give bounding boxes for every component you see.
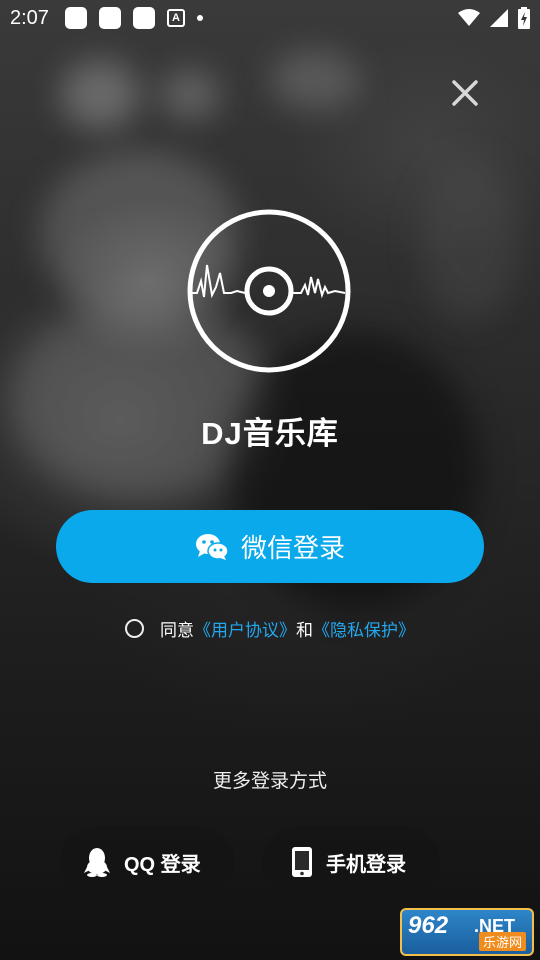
notification-icon <box>98 7 121 29</box>
phone-login-label: 手机登录 <box>326 853 406 876</box>
privacy-link[interactable]: 《隐私保护》 <box>313 616 415 641</box>
phone-login-button[interactable]: 手机登录 <box>262 826 440 898</box>
more-login-title: 更多登录方式 <box>212 771 327 792</box>
notification-icon <box>64 7 87 29</box>
app-name: DJ音乐库 <box>201 416 339 451</box>
more-notifications-icon <box>196 15 203 21</box>
wechat-icon <box>195 533 229 560</box>
close-icon <box>452 80 478 106</box>
status-bar: 2:07 A <box>0 0 540 36</box>
qq-icon <box>84 848 110 877</box>
signal-icon <box>490 9 508 27</box>
watermark-site: 962 <box>408 912 449 939</box>
status-time: 2:07 <box>10 6 49 29</box>
app-logo <box>187 209 351 373</box>
qq-login-label: QQ 登录 <box>124 853 201 876</box>
wechat-login-label: 微信登录 <box>240 533 345 563</box>
agree-prefix: 同意 <box>160 621 194 640</box>
close-button[interactable] <box>448 76 482 110</box>
background-photo <box>0 0 540 960</box>
agree-and: 和 <box>296 621 313 640</box>
wifi-icon <box>458 9 480 26</box>
notification-icon <box>132 7 155 29</box>
wechat-login-button[interactable]: 微信登录 <box>56 510 484 583</box>
agreement-row: 同意 《用户协议》 和 《隐私保护》 <box>0 616 540 641</box>
font-notification-icon: A <box>166 9 185 27</box>
battery-icon <box>518 7 530 29</box>
watermark-logo: 962 .NET 乐游网 <box>400 908 534 956</box>
agree-checkbox[interactable] <box>125 619 144 638</box>
phone-icon <box>292 847 312 877</box>
watermark-name: 乐游网 <box>478 932 526 951</box>
user-agreement-link[interactable]: 《用户协议》 <box>194 616 296 641</box>
qq-login-button[interactable]: QQ 登录 <box>60 826 235 898</box>
